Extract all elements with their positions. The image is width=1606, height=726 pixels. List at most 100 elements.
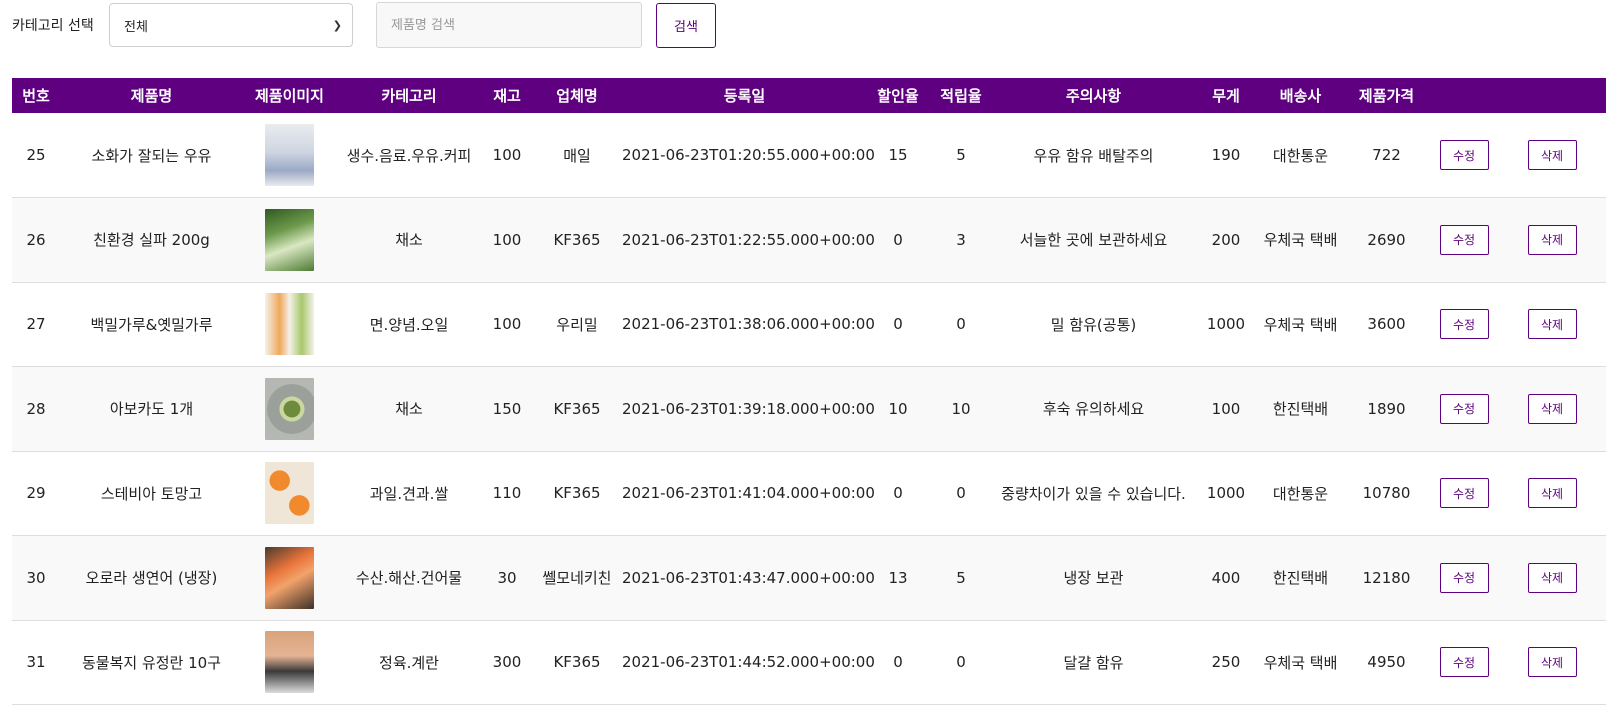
cell-points: 0 bbox=[956, 315, 966, 334]
header-price: 제품가격 bbox=[1358, 87, 1415, 105]
edit-button[interactable]: 수정 bbox=[1439, 309, 1489, 340]
edit-button[interactable]: 수정 bbox=[1439, 478, 1489, 509]
product-image bbox=[265, 293, 314, 356]
cell-price: 1890 bbox=[1367, 399, 1406, 418]
cell-image bbox=[243, 536, 336, 621]
search-button[interactable]: 검색 bbox=[656, 2, 716, 48]
edit-button[interactable]: 수정 bbox=[1439, 647, 1489, 678]
cell-points: 5 bbox=[956, 568, 966, 587]
cell-courier: 한진택배 bbox=[1272, 569, 1329, 588]
cell-no: 29 bbox=[26, 484, 46, 503]
cell-vendor: 매일 bbox=[563, 146, 591, 165]
cell-edit: 수정 bbox=[1430, 451, 1498, 536]
cell-image bbox=[243, 282, 336, 367]
cell-delete: 삭제 bbox=[1498, 113, 1606, 198]
cell-points: 0 bbox=[956, 484, 966, 503]
header-image: 제품이미지 bbox=[254, 87, 324, 105]
cell-edit: 수정 bbox=[1430, 367, 1498, 452]
cell-discount: 0 bbox=[893, 484, 903, 503]
cell-name: 백밀가루&옛밀가루 bbox=[90, 315, 213, 334]
cell-category: 정육.계란 bbox=[379, 653, 439, 672]
cell-stock: 100 bbox=[492, 230, 522, 249]
cell-edit: 수정 bbox=[1430, 536, 1498, 621]
cell-category: 생수.음료.우유.커피 bbox=[346, 146, 472, 165]
header-vendor: 업체명 bbox=[556, 87, 598, 105]
delete-button[interactable]: 삭제 bbox=[1527, 224, 1577, 255]
cell-delete: 삭제 bbox=[1498, 620, 1606, 705]
cell-edit: 수정 bbox=[1430, 198, 1498, 283]
header-name: 제품명 bbox=[130, 87, 173, 105]
table-row: 27 백밀가루&옛밀가루 면.양념.오일 100 우리밀 2021-06-23T01:38… bbox=[12, 282, 1606, 367]
cell-date: 2021-06-23T01:22:55.000+00:00 bbox=[622, 230, 875, 249]
delete-button[interactable]: 삭제 bbox=[1527, 562, 1577, 593]
table-row: 29 스테비아 토망고 과일.견과.쌀 110 KF365 2021-06-23T01:4… bbox=[12, 451, 1606, 536]
delete-button[interactable]: 삭제 bbox=[1527, 309, 1577, 340]
edit-button[interactable]: 수정 bbox=[1439, 393, 1489, 424]
category-select[interactable]: 전체 ❯ bbox=[109, 3, 353, 47]
table-row: 25 소화가 잘되는 우유 생수.음료.우유.커피 100 매일 2021-06-23T0… bbox=[12, 113, 1606, 198]
cell-price: 3600 bbox=[1367, 315, 1406, 334]
cell-caution: 중량차이가 있을 수 있습니다. bbox=[1001, 484, 1186, 503]
cell-price: 2690 bbox=[1367, 230, 1406, 249]
cell-no: 27 bbox=[26, 315, 46, 334]
delete-button[interactable]: 삭제 bbox=[1527, 647, 1577, 678]
delete-button[interactable]: 삭제 bbox=[1527, 393, 1577, 424]
edit-button[interactable]: 수정 bbox=[1439, 224, 1489, 255]
table-row: 26 친환경 실파 200g 채소 100 KF365 2021-06-23T01:22:… bbox=[12, 197, 1606, 283]
cell-no: 26 bbox=[26, 230, 46, 249]
edit-button[interactable]: 수정 bbox=[1439, 562, 1489, 593]
cell-image bbox=[243, 367, 336, 452]
cell-discount: 0 bbox=[893, 230, 903, 249]
cell-weight: 1000 bbox=[1206, 315, 1246, 334]
cell-category: 채소 bbox=[395, 400, 423, 419]
cell-delete: 삭제 bbox=[1498, 282, 1606, 367]
cell-no: 31 bbox=[26, 653, 46, 672]
cell-name: 소화가 잘되는 우유 bbox=[91, 146, 212, 165]
cell-date: 2021-06-23T01:20:55.000+00:00 bbox=[622, 146, 875, 164]
delete-button[interactable]: 삭제 bbox=[1527, 478, 1577, 509]
search-input[interactable] bbox=[376, 2, 642, 48]
edit-button[interactable]: 수정 bbox=[1439, 140, 1489, 170]
cell-name: 아보카도 1개 bbox=[109, 400, 194, 419]
cell-discount: 13 bbox=[888, 568, 908, 587]
product-image bbox=[265, 208, 314, 271]
cell-category: 면.양념.오일 bbox=[369, 315, 449, 334]
cell-points: 0 bbox=[956, 653, 966, 672]
cell-vendor: 우리밀 bbox=[556, 315, 598, 334]
cell-date: 2021-06-23T01:44:52.000+00:00 bbox=[622, 653, 875, 672]
cell-caution: 우유 함유 배탈주의 bbox=[1033, 146, 1154, 165]
cell-delete: 삭제 bbox=[1498, 198, 1606, 283]
header-points: 적립율 bbox=[940, 87, 982, 105]
cell-weight: 1000 bbox=[1206, 484, 1246, 503]
cell-image bbox=[243, 113, 336, 198]
cell-no: 30 bbox=[26, 568, 46, 587]
cell-caution: 달걀 함유 bbox=[1063, 653, 1124, 672]
cell-edit: 수정 bbox=[1430, 282, 1498, 367]
cell-weight: 100 bbox=[1211, 399, 1241, 418]
cell-vendor: 쎌모네키친 bbox=[542, 569, 612, 588]
cell-date: 2021-06-23T01:43:47.000+00:00 bbox=[622, 568, 875, 587]
cell-points: 3 bbox=[956, 230, 966, 249]
header-category: 카테고리 bbox=[381, 87, 437, 105]
table-row: 28 아보카도 1개 채소 150 KF365 2021-06-23T01:39:18.0… bbox=[12, 366, 1606, 452]
product-image bbox=[265, 462, 314, 525]
cell-delete: 삭제 bbox=[1498, 451, 1606, 536]
table-header-row: 번호 제품명 제품이미지 카테고리 재고 업체명 등록일 할인율 적립율 주의사… bbox=[12, 78, 1606, 113]
cell-name: 친환경 실파 200g bbox=[93, 231, 210, 250]
cell-courier: 우체국 택배 bbox=[1263, 231, 1338, 250]
table-body: 25 소화가 잘되는 우유 생수.음료.우유.커피 100 매일 2021-06-23T0… bbox=[12, 113, 1606, 705]
cell-discount: 15 bbox=[888, 146, 908, 164]
cell-discount: 0 bbox=[893, 315, 903, 334]
product-image bbox=[265, 377, 314, 440]
cell-stock: 110 bbox=[492, 484, 522, 503]
header-no: 번호 bbox=[22, 87, 50, 105]
product-table: 번호 제품명 제품이미지 카테고리 재고 업체명 등록일 할인율 적립율 주의사… bbox=[12, 78, 1606, 705]
cell-discount: 10 bbox=[888, 399, 908, 418]
cell-vendor: KF365 bbox=[553, 484, 601, 503]
cell-stock: 300 bbox=[492, 653, 522, 672]
delete-button[interactable]: 삭제 bbox=[1527, 140, 1577, 170]
cell-price: 4950 bbox=[1367, 653, 1406, 672]
category-label: 카테고리 선택 bbox=[12, 18, 94, 34]
header-edit bbox=[1430, 78, 1498, 113]
header-delete bbox=[1498, 78, 1606, 113]
